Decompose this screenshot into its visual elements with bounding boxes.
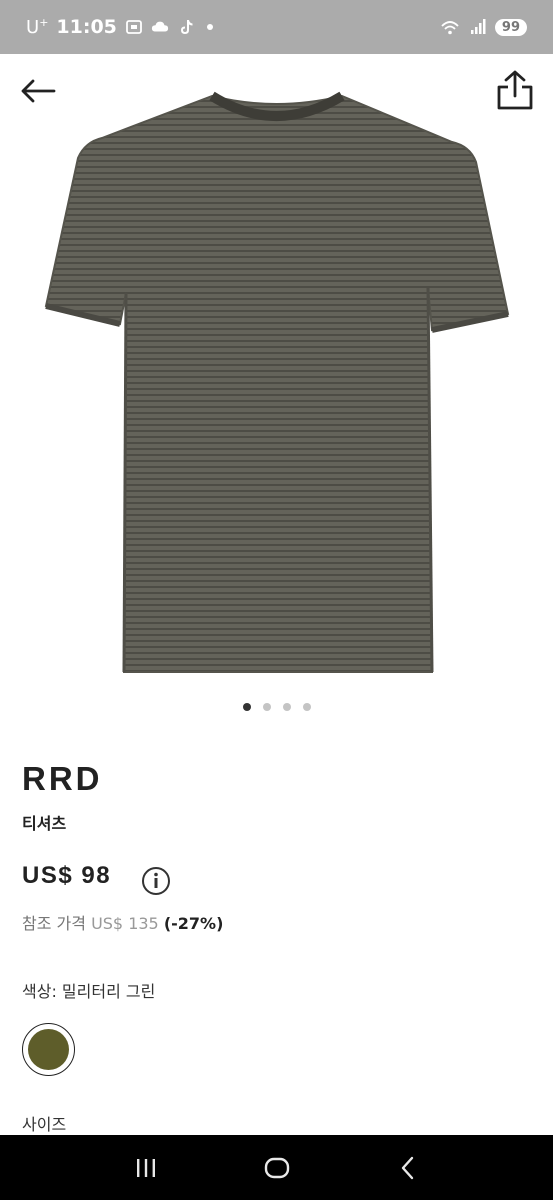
status-left: U+ 11:05: [26, 16, 213, 38]
carousel-dot[interactable]: [302, 703, 311, 711]
signal-icon: [470, 19, 486, 34]
carousel-dot[interactable]: [282, 703, 291, 711]
product-image[interactable]: [40, 88, 513, 678]
nav-back-button[interactable]: [383, 1143, 433, 1193]
original-price: US$ 135: [91, 914, 159, 933]
status-right: 99: [439, 18, 527, 36]
carousel-dot[interactable]: [262, 703, 271, 711]
reference-price-label: 참조 가격: [22, 914, 86, 933]
price: US$ 98: [22, 862, 112, 889]
reference-price: 참조 가격 US$ 135 (-27%): [22, 910, 223, 934]
discount-percent: (-27%): [163, 914, 224, 933]
color-swatch-fill: [28, 1029, 69, 1070]
home-button[interactable]: [252, 1143, 302, 1193]
screenshot-icon: [125, 20, 142, 34]
tshirt-image: [44, 91, 510, 673]
color-label: 색상: 밀리터리 그린: [22, 982, 156, 1001]
status-bar: U+ 11:05 99: [0, 0, 553, 54]
carousel-dots: [0, 703, 553, 711]
brand-name[interactable]: RRD: [22, 760, 103, 798]
wifi-icon: [441, 21, 459, 35]
price-row: US$ 98: [22, 862, 111, 890]
color-swatch[interactable]: [22, 1023, 75, 1076]
product-category: 티셔츠: [22, 814, 67, 833]
system-nav-bar: [0, 1135, 553, 1200]
recent-apps-button[interactable]: [121, 1143, 171, 1193]
cloud-icon: [151, 21, 168, 32]
recent-apps-icon: [136, 1158, 155, 1177]
clock: 11:05: [56, 16, 117, 38]
info-icon: [142, 867, 170, 895]
carrier-label: U+: [26, 16, 49, 38]
battery-badge: 99: [494, 18, 527, 36]
back-icon: [401, 1156, 413, 1179]
notification-dot-icon: [206, 24, 213, 30]
carousel-dot[interactable]: [242, 703, 251, 711]
home-icon: [264, 1157, 289, 1178]
price-info-button[interactable]: [140, 865, 172, 897]
tiktok-icon: [180, 20, 193, 34]
product-page: U+ 11:05 99 RRD 티셔츠 US$ 98 참조 가격 US$ 135…: [0, 0, 553, 1200]
size-label: 사이즈: [22, 1115, 67, 1134]
